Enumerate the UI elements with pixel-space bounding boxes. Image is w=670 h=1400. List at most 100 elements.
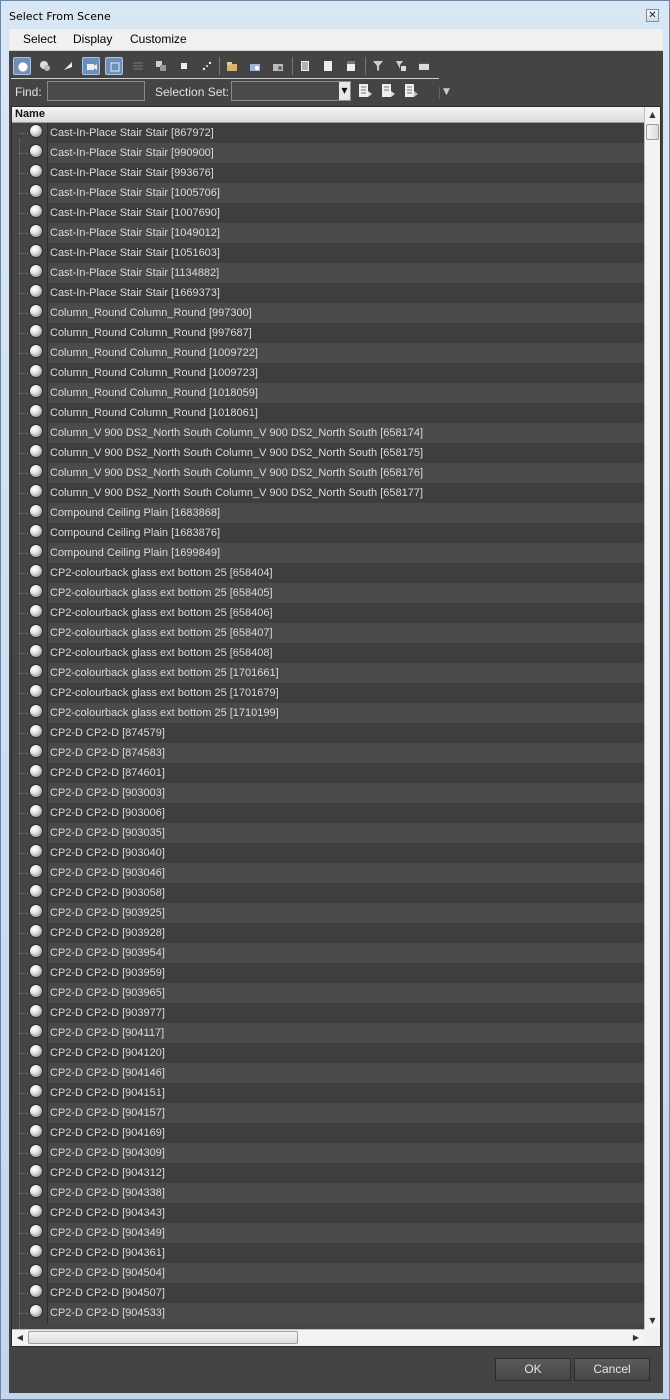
- list-item[interactable]: CP2-D CP2-D [904146]: [12, 1063, 644, 1083]
- list-item[interactable]: Cast-In-Place Stair Stair [990900]: [12, 143, 644, 163]
- chevron-down-icon[interactable]: ▼: [339, 82, 350, 100]
- list-item[interactable]: Cast-In-Place Stair Stair [1051603]: [12, 243, 644, 263]
- list-item[interactable]: CP2-D CP2-D [904151]: [12, 1083, 644, 1103]
- list-item[interactable]: CP2-D CP2-D [904117]: [12, 1023, 644, 1043]
- list-item[interactable]: CP2-colourback glass ext bottom 25 [6584…: [12, 583, 644, 603]
- scroll-up-icon[interactable]: ▲: [645, 107, 660, 123]
- vertical-scrollbar[interactable]: ▲ ▼: [644, 107, 660, 1329]
- list-item[interactable]: CP2-D CP2-D [903035]: [12, 823, 644, 843]
- display-lights-icon[interactable]: [59, 57, 77, 75]
- list-item[interactable]: CP2-D CP2-D [903959]: [12, 963, 644, 983]
- options-dropdown-icon[interactable]: ▼: [439, 87, 451, 99]
- list-item[interactable]: Column_V 900 DS2_North South Column_V 90…: [12, 423, 644, 443]
- list-item[interactable]: CP2-D CP2-D [874579]: [12, 723, 644, 743]
- list-item[interactable]: CP2-D CP2-D [903965]: [12, 983, 644, 1003]
- display-all-icon[interactable]: [296, 57, 314, 75]
- horizontal-scroll-thumb[interactable]: [28, 1331, 298, 1344]
- display-space-warps-icon[interactable]: [129, 57, 147, 75]
- display-invert-icon[interactable]: [342, 57, 360, 75]
- horizontal-scrollbar[interactable]: ◀ ▶: [12, 1329, 644, 1346]
- list-item[interactable]: CP2-D CP2-D [874601]: [12, 763, 644, 783]
- create-selection-set-icon[interactable]: [357, 83, 373, 99]
- list-item[interactable]: CP2-D CP2-D [903040]: [12, 843, 644, 863]
- list-item[interactable]: CP2-D CP2-D [903928]: [12, 923, 644, 943]
- list-item[interactable]: CP2-D CP2-D [904361]: [12, 1243, 644, 1263]
- list-item[interactable]: Cast-In-Place Stair Stair [1134882]: [12, 263, 644, 283]
- list-item[interactable]: Cast-In-Place Stair Stair [1049012]: [12, 223, 644, 243]
- display-groups-icon[interactable]: [152, 57, 170, 75]
- list-item[interactable]: CP2-D CP2-D [903058]: [12, 883, 644, 903]
- list-item[interactable]: Compound Ceiling Plain [1683876]: [12, 523, 644, 543]
- list-item[interactable]: CP2-D CP2-D [903977]: [12, 1003, 644, 1023]
- list-item[interactable]: CP2-D CP2-D [904120]: [12, 1043, 644, 1063]
- scroll-left-icon[interactable]: ◀: [12, 1330, 28, 1346]
- remove-selection-set-icon[interactable]: [403, 83, 419, 99]
- list-item[interactable]: CP2-D CP2-D [904533]: [12, 1303, 644, 1323]
- list-item[interactable]: Compound Ceiling Plain [1683868]: [12, 503, 644, 523]
- list-item[interactable]: CP2-colourback glass ext bottom 25 [6584…: [12, 643, 644, 663]
- list-item[interactable]: CP2-colourback glass ext bottom 25 [1701…: [12, 663, 644, 683]
- list-item[interactable]: CP2-D CP2-D [904157]: [12, 1103, 644, 1123]
- filter-icon[interactable]: [369, 57, 387, 75]
- display-xrefs-icon[interactable]: [175, 57, 193, 75]
- list-item[interactable]: CP2-colourback glass ext bottom 25 [6584…: [12, 563, 644, 583]
- display-bones-icon[interactable]: [198, 57, 216, 75]
- display-geometry-icon[interactable]: [13, 57, 31, 75]
- vertical-scroll-thumb[interactable]: [646, 124, 659, 140]
- list-item[interactable]: CP2-D CP2-D [904309]: [12, 1143, 644, 1163]
- scroll-right-icon[interactable]: ▶: [628, 1330, 644, 1346]
- display-children-icon[interactable]: [415, 57, 433, 75]
- list-item[interactable]: Cast-In-Place Stair Stair [1005706]: [12, 183, 644, 203]
- display-containers-icon[interactable]: [223, 57, 241, 75]
- list-item[interactable]: Cast-In-Place Stair Stair [1007690]: [12, 203, 644, 223]
- display-shapes-icon[interactable]: [36, 57, 54, 75]
- display-helpers-icon[interactable]: [105, 57, 123, 75]
- list-item[interactable]: CP2-D CP2-D [903954]: [12, 943, 644, 963]
- list-item[interactable]: CP2-D CP2-D [903046]: [12, 863, 644, 883]
- list-item[interactable]: CP2-D CP2-D [904349]: [12, 1223, 644, 1243]
- list-item[interactable]: CP2-D CP2-D [903925]: [12, 903, 644, 923]
- list-item[interactable]: CP2-D CP2-D [904338]: [12, 1183, 644, 1203]
- menu-customize[interactable]: Customize: [130, 32, 187, 46]
- list-item[interactable]: Compound Ceiling Plain [1699849]: [12, 543, 644, 563]
- list-item[interactable]: Column_V 900 DS2_North South Column_V 90…: [12, 463, 644, 483]
- list-item[interactable]: Column_Round Column_Round [1018061]: [12, 403, 644, 423]
- list-item[interactable]: Column_V 900 DS2_North South Column_V 90…: [12, 483, 644, 503]
- edit-selection-set-icon[interactable]: [380, 83, 396, 99]
- list-item[interactable]: Cast-In-Place Stair Stair [993676]: [12, 163, 644, 183]
- list-item[interactable]: CP2-D CP2-D [904343]: [12, 1203, 644, 1223]
- selection-set-dropdown[interactable]: ▼: [231, 81, 351, 101]
- list-item[interactable]: CP2-D CP2-D [904504]: [12, 1263, 644, 1283]
- display-frozen-icon[interactable]: [246, 57, 264, 75]
- list-item[interactable]: CP2-D CP2-D [904507]: [12, 1283, 644, 1303]
- title-bar[interactable]: Select From Scene ✕: [1, 1, 669, 29]
- find-input[interactable]: [47, 81, 145, 101]
- display-none-icon[interactable]: [319, 57, 337, 75]
- column-header-name[interactable]: Name: [12, 107, 644, 123]
- display-cameras-icon[interactable]: [82, 57, 100, 75]
- list-item[interactable]: Cast-In-Place Stair Stair [1669373]: [12, 283, 644, 303]
- menu-display[interactable]: Display: [73, 32, 112, 46]
- ok-button[interactable]: OK: [495, 1358, 571, 1381]
- cancel-button[interactable]: Cancel: [574, 1358, 650, 1381]
- display-hidden-icon[interactable]: [269, 57, 287, 75]
- list-item[interactable]: CP2-D CP2-D [903003]: [12, 783, 644, 803]
- list-item[interactable]: Cast-In-Place Stair Stair [867972]: [12, 123, 644, 143]
- list-item[interactable]: Column_V 900 DS2_North South Column_V 90…: [12, 443, 644, 463]
- list-item[interactable]: Column_Round Column_Round [1009722]: [12, 343, 644, 363]
- hierarchy-filter-icon[interactable]: [392, 57, 410, 75]
- list-item[interactable]: CP2-colourback glass ext bottom 25 [1701…: [12, 683, 644, 703]
- list-item[interactable]: CP2-colourback glass ext bottom 25 [6584…: [12, 603, 644, 623]
- scroll-down-icon[interactable]: ▼: [645, 1313, 660, 1329]
- list-item[interactable]: CP2-D CP2-D [904169]: [12, 1123, 644, 1143]
- list-item[interactable]: Column_Round Column_Round [997300]: [12, 303, 644, 323]
- list-item[interactable]: CP2-colourback glass ext bottom 25 [6584…: [12, 623, 644, 643]
- list-item[interactable]: CP2-D CP2-D [874583]: [12, 743, 644, 763]
- close-button[interactable]: ✕: [646, 9, 659, 22]
- list-item[interactable]: CP2-D CP2-D [904312]: [12, 1163, 644, 1183]
- list-item[interactable]: CP2-colourback glass ext bottom 25 [1710…: [12, 703, 644, 723]
- list-item[interactable]: Column_Round Column_Round [1018059]: [12, 383, 644, 403]
- list-item[interactable]: Column_Round Column_Round [997687]: [12, 323, 644, 343]
- list-item[interactable]: Column_Round Column_Round [1009723]: [12, 363, 644, 383]
- menu-select[interactable]: Select: [23, 32, 56, 46]
